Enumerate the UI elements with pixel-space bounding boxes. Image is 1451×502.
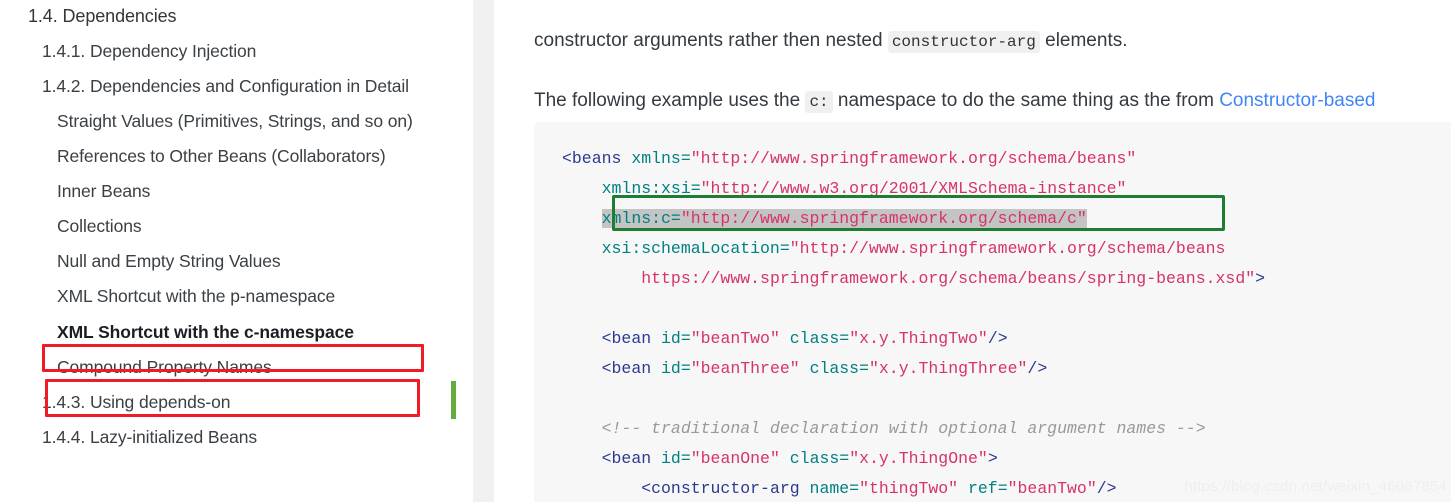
code-token: class=: [779, 449, 850, 468]
code-token: <constructor-arg: [641, 479, 810, 498]
toc-item[interactable]: XML Shortcut with the c-namespace: [0, 315, 470, 350]
code-token: "beanTwo": [1007, 479, 1097, 498]
toc-item[interactable]: Inner Beans: [0, 174, 470, 209]
toc-item[interactable]: XML Shortcut with the p-namespace: [0, 279, 470, 314]
toc-item-label: XML Shortcut with the p-namespace: [57, 286, 336, 307]
toc-item-label: XML Shortcut with the c-namespace: [57, 321, 354, 342]
code-content: <beans xmlns="http://www.springframework…: [534, 122, 1451, 502]
toc-item-label: 1.4.4. Lazy-initialized Beans: [42, 426, 258, 447]
code-token: >: [987, 449, 998, 468]
code-token: <beans: [562, 149, 632, 168]
code-line: <!-- traditional declaration with option…: [562, 419, 1206, 438]
toc-item-label: 1.4.1. Dependency Injection: [42, 40, 257, 61]
paragraph1-text-after: elements.: [1039, 30, 1128, 51]
code-token: https://www.springframework.org/schema/b…: [641, 269, 1256, 288]
toc-item-label: 1.4. Dependencies: [28, 6, 177, 26]
toc-item[interactable]: Straight Values (Primitives, Strings, an…: [0, 104, 470, 139]
paragraph2-text-before: The following example uses the: [534, 90, 806, 111]
toc-item-label: Inner Beans: [57, 181, 151, 202]
toc-item-label: References to Other Beans (Collaborators…: [57, 146, 386, 167]
toc-item-label: Compound Property Names: [57, 356, 272, 377]
code-token: id=: [661, 449, 691, 468]
code-token: "thingTwo": [859, 479, 959, 498]
code-token: class=: [779, 329, 850, 348]
toc-item-label: 1.4.3. Using depends-on: [42, 391, 231, 412]
toc-item[interactable]: 1.4.4. Lazy-initialized Beans: [0, 420, 470, 455]
code-token: ref=: [958, 479, 1008, 498]
code-token: />: [1027, 359, 1048, 378]
code-token: "x.y.ThingOne": [849, 449, 988, 468]
toc-item[interactable]: 1.4. Dependencies: [0, 0, 470, 34]
code-token: <bean: [601, 359, 662, 378]
toc-list: 1.4. Dependencies 1.4.1. Dependency Injec…: [0, 0, 470, 455]
toc-item-label: 1.4.2. Dependencies and Configuration in…: [42, 75, 409, 96]
code-token: />: [1096, 479, 1117, 498]
code-token: xmlns:xsi=: [601, 179, 701, 198]
code-token: "beanThree": [690, 359, 800, 378]
code-line: xmlns:xsi="http://www.w3.org/2001/XMLSch…: [562, 179, 1127, 198]
paragraph-constructor-arguments: constructor arguments rather then nested…: [534, 27, 1451, 56]
code-token: name=: [809, 479, 860, 498]
code-token: />: [987, 329, 1008, 348]
code-line: https://www.springframework.org/schema/b…: [562, 269, 1265, 288]
toc-item[interactable]: 1.4.2. Dependencies and Configuration in…: [0, 69, 470, 104]
paragraph2-text-after: namespace to do the same thing as the fr…: [832, 90, 1220, 111]
code-token: <bean: [601, 449, 662, 468]
toc-item[interactable]: References to Other Beans (Collaborators…: [0, 139, 470, 174]
toc-item[interactable]: Compound Property Names: [0, 350, 470, 385]
code-line: <constructor-arg name="thingTwo" ref="be…: [562, 479, 1117, 498]
link-constructor-based[interactable]: Constructor-based: [1219, 90, 1375, 111]
toc-item-label: Collections: [57, 216, 142, 237]
code-token: "beanTwo": [690, 329, 780, 348]
code-token: xsi:schemaLocation=: [601, 239, 790, 258]
code-token: "http://www.springframework.org/schema/b…: [690, 149, 1137, 168]
code-line: <bean id="beanThree" class="x.y.ThingThr…: [562, 359, 1048, 378]
documentation-page: 1.4. Dependencies 1.4.1. Dependency Injec…: [0, 0, 1451, 502]
paragraph-following-example: The following example uses the c: namesp…: [534, 87, 1451, 116]
code-token: <!-- traditional declaration with option…: [601, 419, 1206, 438]
main-content: constructor arguments rather then nested…: [494, 0, 1451, 502]
code-token: xmlns:c=: [601, 209, 681, 228]
code-token: "beanOne": [690, 449, 780, 468]
toc-item-label: Straight Values (Primitives, Strings, an…: [57, 110, 413, 131]
code-line: <bean id="beanOne" class="x.y.ThingOne">: [562, 449, 998, 468]
sidebar-scrollbar-track[interactable]: [473, 0, 967, 502]
code-token: class=: [799, 359, 869, 378]
code-token: "x.y.ThingTwo": [849, 329, 988, 348]
table-of-contents-sidebar: 1.4. Dependencies 1.4.1. Dependency Injec…: [0, 0, 470, 502]
code-token: >: [1255, 269, 1266, 288]
code-token: id=: [661, 329, 691, 348]
inline-code-c-namespace: c:: [805, 91, 833, 113]
active-section-marker: [451, 381, 456, 419]
code-token: <bean: [601, 329, 662, 348]
toc-item[interactable]: 1.4.1. Dependency Injection: [0, 34, 470, 69]
inline-code-constructor-arg: constructor-arg: [887, 31, 1040, 53]
xml-code-block[interactable]: <beans xmlns="http://www.springframework…: [534, 122, 1451, 502]
code-line: xsi:schemaLocation="http://www.springfra…: [562, 239, 1226, 258]
code-token: "http://www.springframework.org/schema/c…: [680, 209, 1087, 228]
code-token: "http://www.w3.org/2001/XMLSchema-instan…: [700, 179, 1127, 198]
toc-item[interactable]: Collections: [0, 209, 470, 244]
code-line: <bean id="beanTwo" class="x.y.ThingTwo"/…: [562, 329, 1008, 348]
toc-item[interactable]: Null and Empty String Values: [0, 244, 470, 279]
toc-item[interactable]: 1.4.3. Using depends-on: [0, 385, 470, 420]
code-token: xmlns=: [631, 149, 691, 168]
watermark: https://blog.csdn.net/weixin_46087854: [1184, 478, 1447, 495]
code-line: <beans xmlns="http://www.springframework…: [562, 149, 1136, 168]
toc-item-label: Null and Empty String Values: [57, 251, 281, 272]
code-token: "x.y.ThingThree": [868, 359, 1028, 378]
code-token: "http://www.springframework.org/schema/b…: [789, 239, 1226, 258]
code-token: id=: [661, 359, 691, 378]
code-line: xmlns:c="http://www.springframework.org/…: [562, 209, 1087, 228]
paragraph1-text-before: constructor arguments rather then nested: [534, 30, 888, 51]
clipped-paragraph-above: [534, 0, 1451, 11]
